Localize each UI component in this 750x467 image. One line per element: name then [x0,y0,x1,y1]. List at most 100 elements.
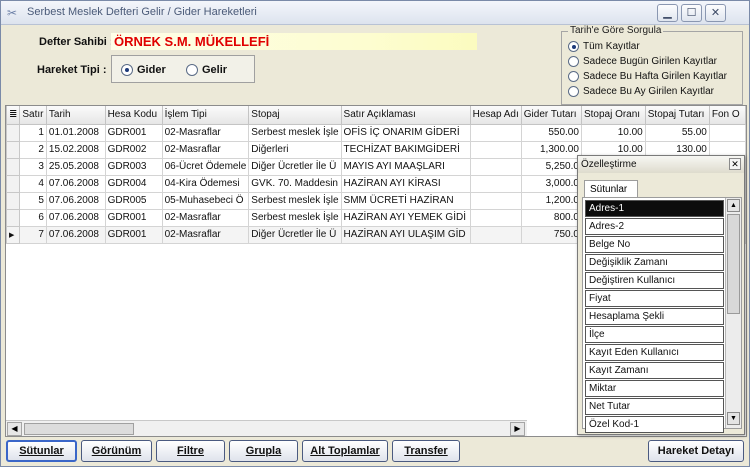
cell-hesap[interactable] [469,208,522,227]
cell-kod[interactable]: GDR004 [104,174,163,193]
cell-stutar[interactable]: 55.00 [644,123,710,142]
cell-gider[interactable]: 3,000.0 [520,174,582,193]
column-list-item[interactable]: Net Tutar [585,398,724,415]
cell-kod[interactable]: GDR001 [104,123,163,142]
cell-stopaj[interactable]: Serbest meslek İşle [248,191,342,210]
cell-tarih[interactable]: 07.06.2008 [45,208,106,227]
cell-aciklama[interactable]: SMM ÜCRETİ HAZİRAN [340,191,471,210]
close-button[interactable]: ✕ [705,4,726,22]
cell-tarih[interactable]: 25.05.2008 [45,157,106,176]
col-header[interactable]: Stopaj Oranı [580,106,646,125]
col-header[interactable]: İşlem Tipi [161,106,250,125]
cell-hesap[interactable] [469,174,522,193]
cell-gider[interactable]: 550.00 [520,123,582,142]
column-list-item[interactable]: Değiştiren Kullanıcı [585,272,724,289]
table-row[interactable]: 1 01.01.2008 GDR001 02-Masraflar Serbest mes… [6,123,746,142]
row-indicator[interactable] [6,208,21,227]
cell-kod[interactable]: GDR001 [104,208,163,227]
radio-gelir-label[interactable]: Gelir [202,64,227,76]
col-header[interactable]: Hesap Adı [469,106,522,125]
scroll-right-button[interactable]: ▶ [510,422,525,436]
cell-kod[interactable]: GDR002 [104,140,163,159]
column-list-item[interactable]: İlçe [585,326,724,343]
horizontal-scrollbar[interactable]: ◀ ▶ [6,420,527,436]
cell-stopaj[interactable]: Diğerleri [248,140,342,159]
scroll-up-button[interactable]: ▲ [727,199,740,212]
cell-hesap[interactable] [469,157,522,176]
columns-button[interactable]: Sütunlar [6,440,77,462]
cell-aciklama[interactable]: TECHİZAT BAKIMGİDERİ [340,140,471,159]
col-header[interactable]: Hesa Kodu [104,106,163,125]
vertical-scroll-thumb[interactable] [727,214,740,314]
subtotals-button[interactable]: Alt Toplamlar [302,440,388,462]
row-indicator[interactable] [6,140,21,159]
col-header[interactable]: Tarih [45,106,106,125]
cell-fon[interactable] [708,123,746,142]
filter-button[interactable]: Filtre [156,440,225,462]
column-list-item[interactable]: Kayıt Eden Kullanıcı [585,344,724,361]
cell-satir[interactable]: 2 [19,140,47,159]
cell-gider[interactable]: 800.0 [520,208,582,227]
cell-islem[interactable]: 06-Ücret Ödemele [161,157,250,176]
col-header[interactable]: Satır Açıklaması [340,106,471,125]
cell-stopaj[interactable]: Diğer Ücretler İle Ü [248,157,342,176]
cell-kod[interactable]: GDR001 [104,225,163,244]
cell-hesap[interactable] [469,123,522,142]
col-header[interactable]: Satır [19,106,47,125]
cell-aciklama[interactable]: HAZİRAN AYI YEMEK GİDİ [340,208,471,227]
view-button[interactable]: Görünüm [81,440,152,462]
column-list-scrollbar[interactable]: ▲ ▼ [725,198,741,428]
cell-islem[interactable]: 02-Masraflar [161,225,250,244]
cell-satir[interactable]: 3 [19,157,47,176]
cell-hesap[interactable] [469,191,522,210]
cell-kod[interactable]: GDR005 [104,191,163,210]
row-indicator[interactable] [6,174,21,193]
column-list-item[interactable]: Değişiklik Zamanı [585,254,724,271]
cell-aciklama[interactable]: OFİS İÇ ONARIM GİDERİ [340,123,471,142]
col-header[interactable]: Gider Tutarı [520,106,582,125]
col-header[interactable]: Stopaj Tutarı [644,106,710,125]
cell-satir[interactable]: 6 [19,208,47,227]
scroll-down-button[interactable]: ▼ [727,412,740,425]
cell-satir[interactable]: 7 [19,225,47,244]
cell-islem[interactable]: 02-Masraflar [161,123,250,142]
cell-tarih[interactable]: 15.02.2008 [45,140,106,159]
maximize-button[interactable]: ☐ [681,4,702,22]
col-header[interactable]: Fon O [708,106,746,125]
cell-stopaj[interactable]: Serbest meslek İşle [248,123,342,142]
row-indicator[interactable]: ▶ [6,225,21,244]
cell-tarih[interactable]: 07.06.2008 [45,225,106,244]
cell-gider[interactable]: 1,200.0 [520,191,582,210]
cell-tarih[interactable]: 07.06.2008 [45,174,106,193]
filter-radio-month[interactable] [568,86,579,97]
row-indicator[interactable] [6,157,21,176]
grid-column-chooser[interactable]: ≣ [6,106,21,125]
scroll-left-button[interactable]: ◀ [7,422,22,436]
cell-satir[interactable]: 5 [19,191,47,210]
cell-gider[interactable]: 750.0 [520,225,582,244]
cell-tarih[interactable]: 01.01.2008 [45,123,106,142]
column-list-item[interactable]: Adres-1 [585,200,724,217]
horizontal-scroll-thumb[interactable] [24,423,134,435]
column-list-item[interactable]: Fiyat [585,290,724,307]
customize-close-button[interactable]: ✕ [729,158,741,170]
cell-gider[interactable]: 1,300.00 [520,140,582,159]
cell-islem[interactable]: 02-Masraflar [161,140,250,159]
cell-stopaj[interactable]: Diğer Ücretler İle Ü [248,225,342,244]
cell-aciklama[interactable]: MAYIS AYI MAAŞLARI [340,157,471,176]
column-list-item[interactable]: Miktar [585,380,724,397]
cell-satir[interactable]: 1 [19,123,47,142]
minimize-button[interactable]: ▁ [657,4,678,22]
transfer-button[interactable]: Transfer [392,440,460,462]
radio-gider-label[interactable]: Gider [137,64,166,76]
row-indicator[interactable] [6,191,21,210]
column-list-item[interactable]: Adres-2 [585,218,724,235]
col-header[interactable]: Stopaj [248,106,342,125]
cell-islem[interactable]: 02-Masraflar [161,208,250,227]
movement-detail-button[interactable]: Hareket Detayı [648,440,744,462]
cell-tarih[interactable]: 07.06.2008 [45,191,106,210]
column-list[interactable]: Adres-1 Adres-2 Belge No Değişiklik Zamanı D… [582,197,742,433]
column-list-item[interactable]: Özel Kod-1 [585,416,724,433]
cell-gider[interactable]: 5,250.0 [520,157,582,176]
cell-aciklama[interactable]: HAZİRAN AYI ULAŞIM GİD [340,225,471,244]
